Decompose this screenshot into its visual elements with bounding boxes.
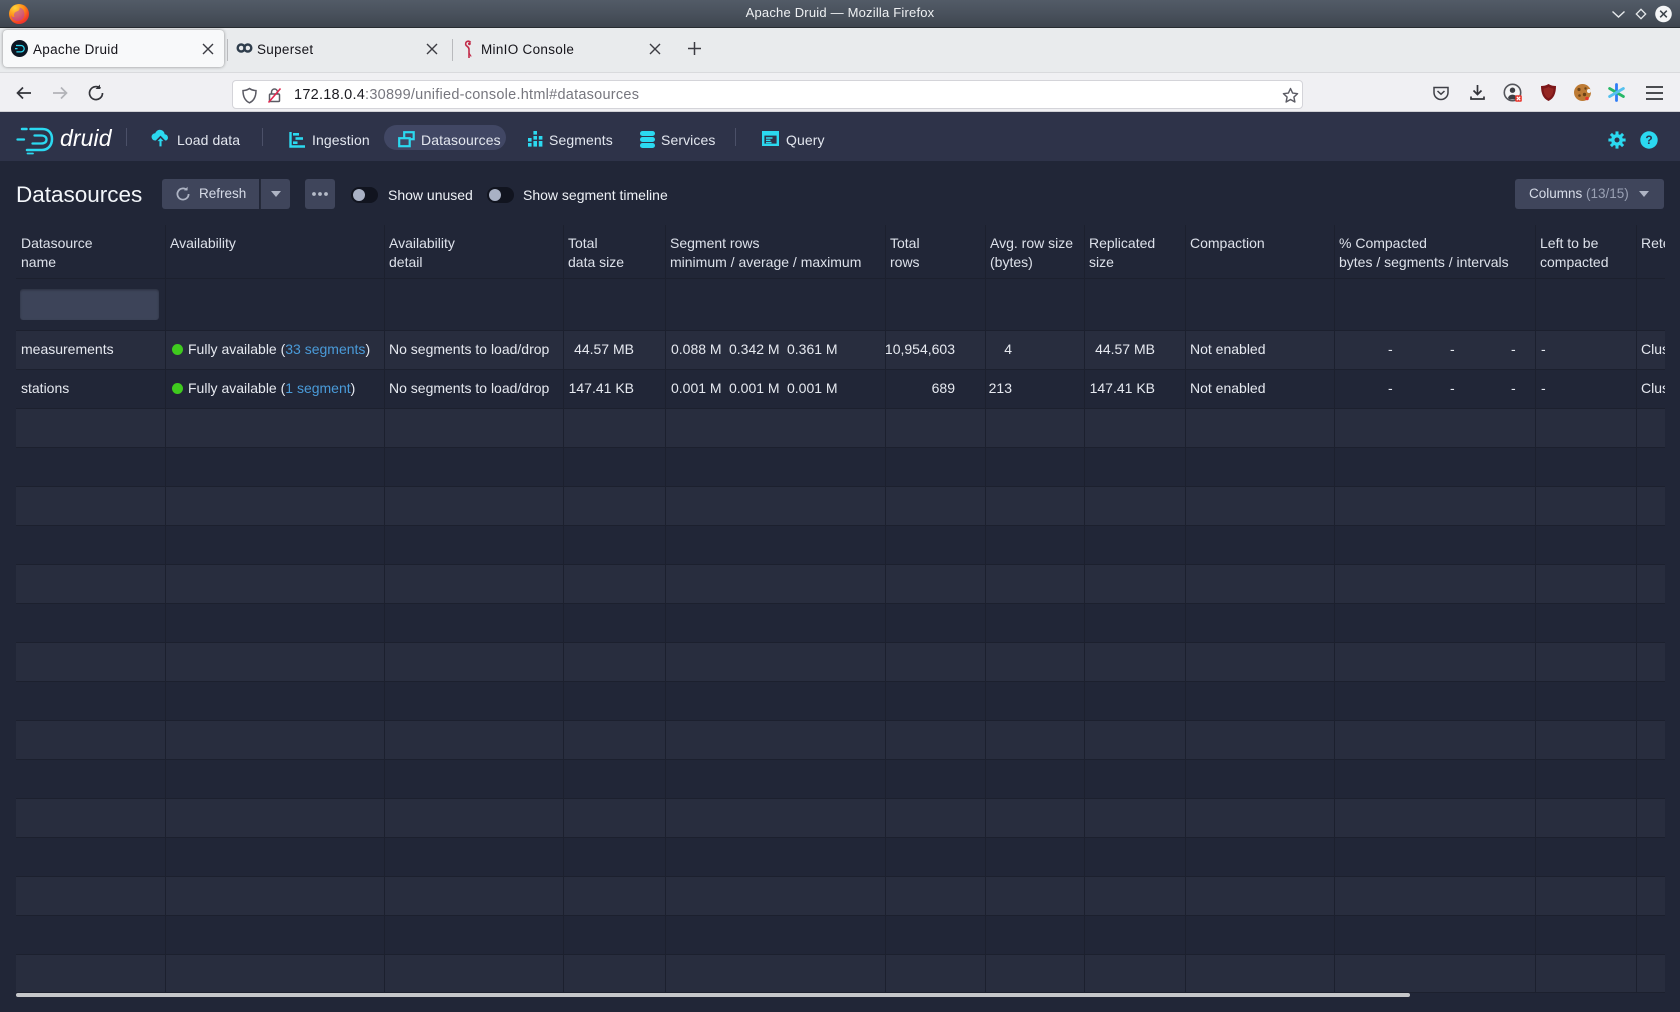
svg-text:?: ?	[1645, 133, 1652, 147]
